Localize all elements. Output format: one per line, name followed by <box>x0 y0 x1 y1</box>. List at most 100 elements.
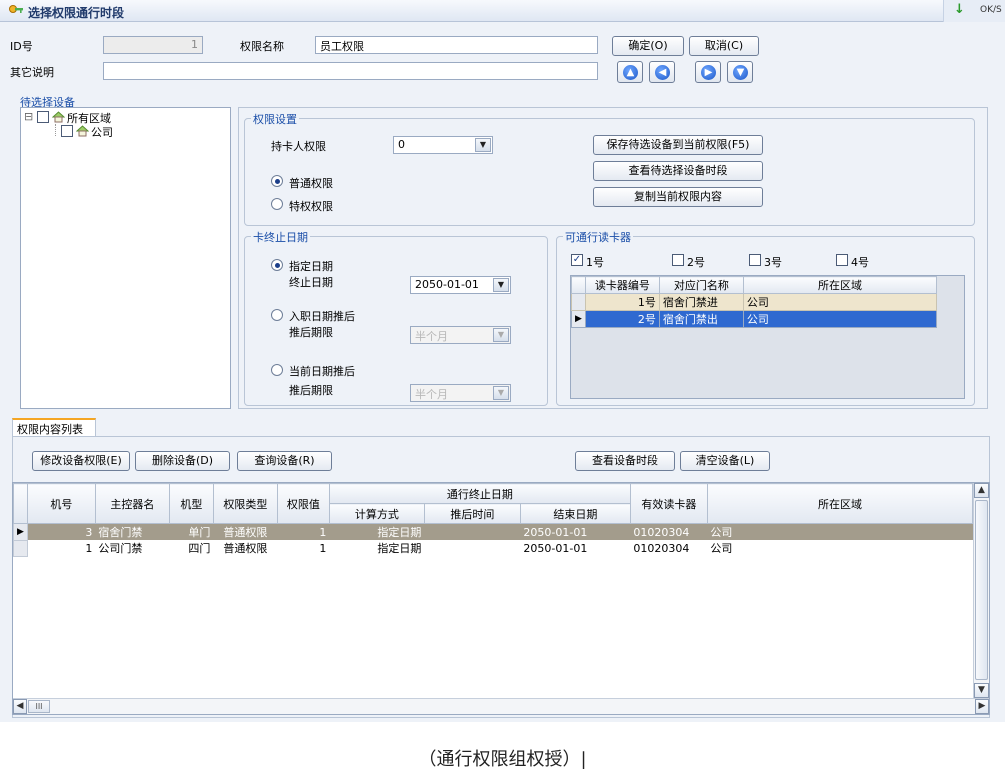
cancel-button[interactable]: 取消(C) <box>689 36 759 56</box>
reader2-checkbox[interactable] <box>672 254 684 266</box>
normal-radio-label[interactable]: 普通权限 <box>289 175 333 191</box>
title-bar: 选择权限通行时段 ↓ OK/S <box>0 0 1005 22</box>
last-record-button[interactable]: ▼ <box>727 61 753 83</box>
col-valid-readers[interactable]: 有效读卡器 <box>629 483 708 524</box>
delay2-select: 半个月 ▼ <box>410 384 511 402</box>
next-arrow-icon: ▶ <box>701 65 716 80</box>
copy-permission-button[interactable]: 复制当前权限内容 <box>593 187 763 207</box>
chevron-down-icon: ▼ <box>493 386 509 400</box>
col-end-date[interactable]: 结束日期 <box>519 503 631 524</box>
current-row-arrow-icon: ▶ <box>13 523 28 541</box>
view-pending-times-button[interactable]: 查看待选择设备时段 <box>593 161 763 181</box>
holder-select[interactable]: 0 ▼ <box>393 136 493 154</box>
col-perm-type[interactable]: 权限类型 <box>212 483 278 524</box>
tree-root-checkbox[interactable] <box>37 111 49 123</box>
scroll-down-icon[interactable]: ▼ <box>974 683 989 698</box>
scroll-up-icon[interactable]: ▲ <box>974 483 989 498</box>
reader4-label[interactable]: 4号 <box>851 254 869 270</box>
reader3-label[interactable]: 3号 <box>764 254 782 270</box>
fixed-date-radio[interactable] <box>271 259 283 271</box>
type-cell: 四门 <box>188 542 211 555</box>
clear-devices-button[interactable]: 清空设备(L) <box>680 451 770 471</box>
perm-value-cell: 1 <box>277 523 330 540</box>
reader-area-cell: 公司 <box>742 293 938 311</box>
content-grid[interactable]: 机号 主控器名 机型 权限类型 权限值 通行终止日期 有效读卡器 所在区域 计算… <box>12 482 990 715</box>
readers-grid[interactable]: 读卡器编号 对应门名称 所在区域 1号 宿舍门禁进 公司 ▶ 2号 宿舍门禁出 … <box>570 275 965 399</box>
special-radio[interactable] <box>271 198 283 210</box>
desc-field[interactable] <box>103 62 598 80</box>
row-indicator <box>13 539 28 557</box>
tree-expander-icon[interactable]: ⊟ <box>24 110 33 123</box>
save-to-permission-button[interactable]: 保存待选设备到当前权限(F5) <box>593 135 763 155</box>
end-date-cell: 2050-01-01 <box>520 523 631 540</box>
normal-radio[interactable] <box>271 175 283 187</box>
current-date-radio[interactable] <box>271 364 283 376</box>
special-radio-label[interactable]: 特权权限 <box>289 198 333 214</box>
col-door-name[interactable]: 对应门名称 <box>658 276 744 294</box>
horizontal-scrollbar[interactable]: ◀ III ▶ <box>13 698 989 714</box>
next-record-button[interactable]: ▶ <box>695 61 721 83</box>
table-row[interactable]: 1 公司门禁 四门 普通权限 1 指定日期 2050-01-01 0102030… <box>13 539 973 557</box>
reader2-label[interactable]: 2号 <box>687 254 705 270</box>
controller-cell: 公司门禁 <box>98 542 143 555</box>
tree-child-label[interactable]: 公司 <box>91 124 113 140</box>
key-icon <box>9 5 23 13</box>
desc-label: 其它说明 <box>10 66 54 79</box>
col-machine[interactable]: 机号 <box>26 483 96 524</box>
id-field: 1 <box>103 36 203 54</box>
scroll-right-icon[interactable]: ▶ <box>975 699 989 714</box>
col-calc[interactable]: 计算方式 <box>328 503 425 524</box>
last-arrow-icon: ▼ <box>733 65 748 80</box>
col-reader-area[interactable]: 所在区域 <box>742 276 938 294</box>
prev-record-button[interactable]: ◀ <box>649 61 675 83</box>
tab-permission-content[interactable]: 权限内容列表 <box>12 418 96 436</box>
table-row[interactable]: 1号 宿舍门禁进 公司 <box>571 293 938 311</box>
first-record-button[interactable]: ▲ <box>617 61 643 83</box>
vertical-scrollbar[interactable]: ▲ ▼ <box>973 483 989 698</box>
delete-device-button[interactable]: 删除设备(D) <box>135 451 230 471</box>
hire-date-label[interactable]: 入职日期推后 <box>289 308 355 324</box>
ok-button[interactable]: 确定(O) <box>612 36 684 56</box>
horizontal-scroll-thumb[interactable]: III <box>28 700 50 713</box>
current-row-arrow-icon: ▶ <box>571 310 586 328</box>
col-controller[interactable]: 主控器名 <box>94 483 170 524</box>
reader3-checkbox[interactable] <box>749 254 761 266</box>
type-cell: 单门 <box>169 523 214 540</box>
reader4-checkbox[interactable] <box>836 254 848 266</box>
title-corner[interactable]: ↓ OK/S <box>943 0 1005 22</box>
scroll-left-icon[interactable]: ◀ <box>13 699 27 714</box>
col-perm-value[interactable]: 权限值 <box>276 483 330 524</box>
tree-child-checkbox[interactable] <box>61 125 73 137</box>
chevron-down-icon[interactable]: ▼ <box>475 138 491 152</box>
end-date-picker[interactable]: 2050-01-01 ▼ <box>410 276 511 294</box>
expiry-group-title: 卡终止日期 <box>251 229 310 245</box>
reader1-checkbox[interactable]: ✓ <box>571 254 583 266</box>
door-name-cell: 宿舍门禁出 <box>658 310 744 328</box>
view-device-times-button[interactable]: 查看设备时段 <box>575 451 675 471</box>
reader1-label[interactable]: 1号 <box>586 254 604 270</box>
col-delay[interactable]: 推后时间 <box>423 503 521 524</box>
corner-text: OK/S <box>980 5 1002 15</box>
end-date-value: 2050-01-01 <box>415 278 479 291</box>
col-reader-no[interactable]: 读卡器编号 <box>584 276 660 294</box>
device-tree[interactable]: ⊟ 所有区域 公司 <box>20 107 231 409</box>
col-type[interactable]: 机型 <box>168 483 214 524</box>
first-arrow-icon: ▲ <box>623 65 638 80</box>
table-row[interactable]: ▶ 3 宿舍门禁 单门 普通权限 1 指定日期 2050-01-01 01020… <box>13 523 973 541</box>
current-date-label[interactable]: 当前日期推后 <box>289 363 355 379</box>
vertical-scroll-thumb[interactable] <box>975 500 988 680</box>
name-field[interactable]: 员工权限 <box>315 36 598 54</box>
query-device-button[interactable]: 查询设备(R) <box>237 451 332 471</box>
controller-cell: 宿舍门禁 <box>95 523 170 540</box>
col-area[interactable]: 所在区域 <box>706 483 974 524</box>
chevron-down-icon[interactable]: ▼ <box>493 278 509 292</box>
fixed-date-label[interactable]: 指定日期 <box>289 258 333 274</box>
area-house-icon <box>52 111 65 123</box>
holder-select-value: 0 <box>398 138 405 151</box>
hire-date-radio[interactable] <box>271 309 283 321</box>
table-row[interactable]: ▶ 2号 宿舍门禁出 公司 <box>571 310 938 328</box>
edit-device-button[interactable]: 修改设备权限(E) <box>32 451 130 471</box>
delay-cell <box>424 523 521 540</box>
tree-connector <box>55 124 56 136</box>
calc-cell: 指定日期 <box>329 523 425 540</box>
